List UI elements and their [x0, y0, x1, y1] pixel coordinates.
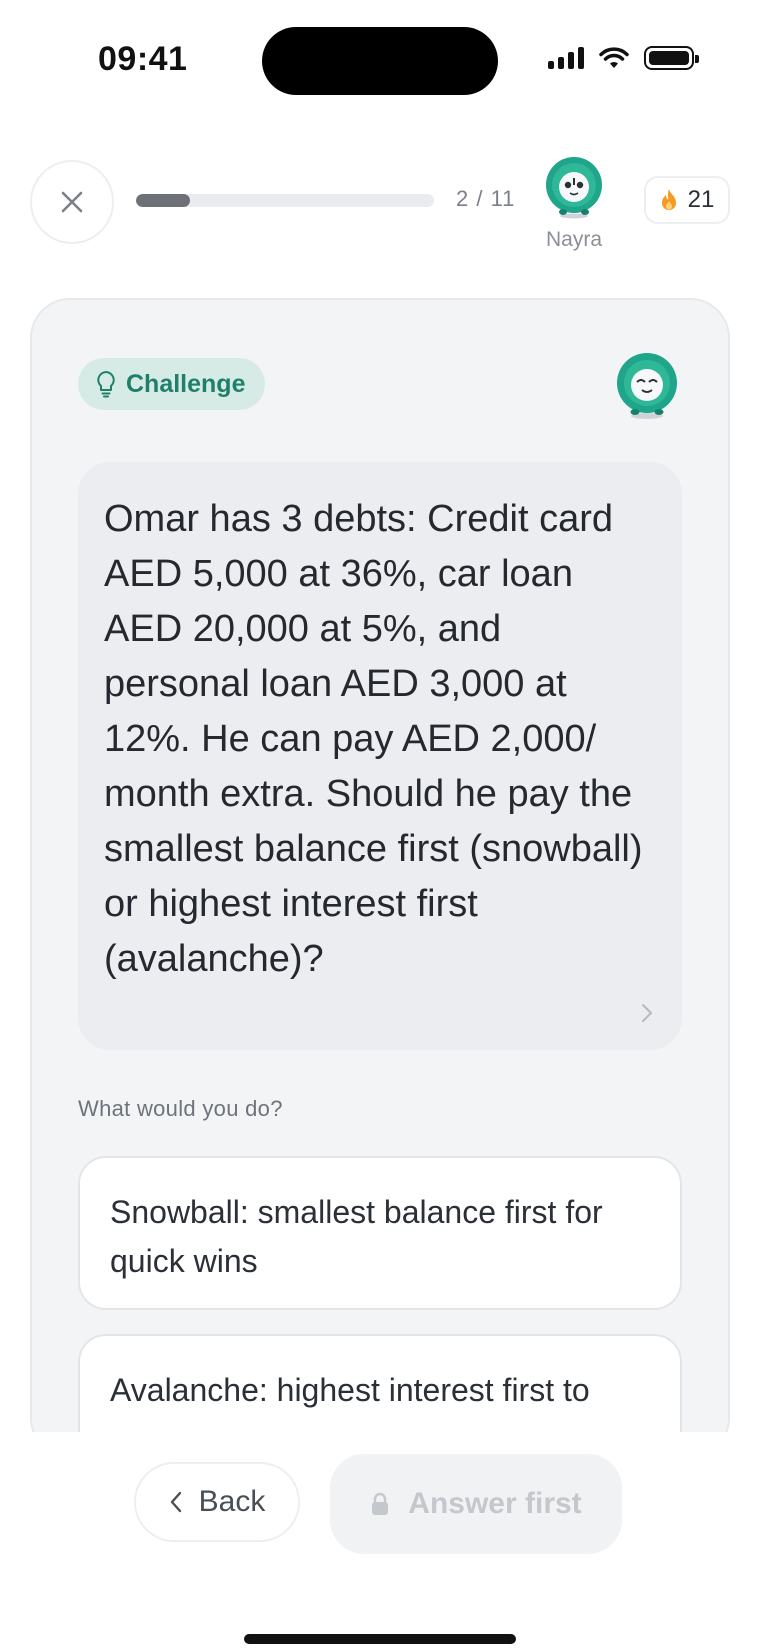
question-text: Omar has 3 debts: Credit card AED 5,000 … [104, 498, 643, 980]
home-indicator [244, 1634, 516, 1644]
status-bar: 09:41 [0, 0, 760, 120]
cellular-signal-icon [548, 47, 584, 69]
status-time: 09:41 [98, 40, 188, 78]
chevron-right-icon [642, 1004, 652, 1022]
flame-icon [661, 189, 676, 210]
bottom-action-bar: Back Answer first [0, 1432, 760, 1648]
back-button[interactable]: Back [134, 1462, 300, 1542]
battery-icon [644, 46, 699, 70]
close-icon [61, 191, 83, 213]
chevron-left-icon [170, 1491, 181, 1513]
status-icons [548, 46, 699, 70]
prompt-label: What would you do? [78, 1096, 283, 1121]
mascot-name: Nayra [545, 228, 603, 251]
wifi-icon [599, 47, 629, 68]
mascot-avatar[interactable] [543, 154, 605, 220]
challenge-card: Challenge Omar has 3 debts: Credit card … [30, 298, 730, 1458]
back-button-label: Back [198, 1485, 266, 1518]
streak-counter[interactable]: 21 [644, 176, 730, 224]
answer-first-button[interactable]: Answer first [330, 1454, 622, 1554]
lightbulb-icon [97, 371, 115, 398]
challenge-badge-label: Challenge [126, 369, 246, 398]
close-button[interactable] [30, 160, 114, 244]
streak-count: 21 [687, 186, 715, 213]
answer-option-label: Avalanche: highest interest first to [110, 1372, 590, 1408]
answer-option-snowball[interactable]: Snowball: smallest balance first for qui… [78, 1156, 682, 1310]
answer-option-label: Snowball: smallest balance first for qui… [110, 1194, 603, 1279]
question-box[interactable]: Omar has 3 debts: Credit card AED 5,000 … [78, 462, 682, 1050]
lesson-progress-bar [136, 194, 434, 207]
challenge-badge: Challenge [78, 358, 266, 410]
lesson-progress-fill [136, 194, 190, 207]
progress-count: 2 / 11 [456, 186, 516, 211]
dynamic-island [262, 27, 498, 95]
answer-first-label: Answer first [408, 1487, 582, 1520]
mascot-icon [617, 353, 677, 419]
lock-icon [372, 1492, 389, 1515]
